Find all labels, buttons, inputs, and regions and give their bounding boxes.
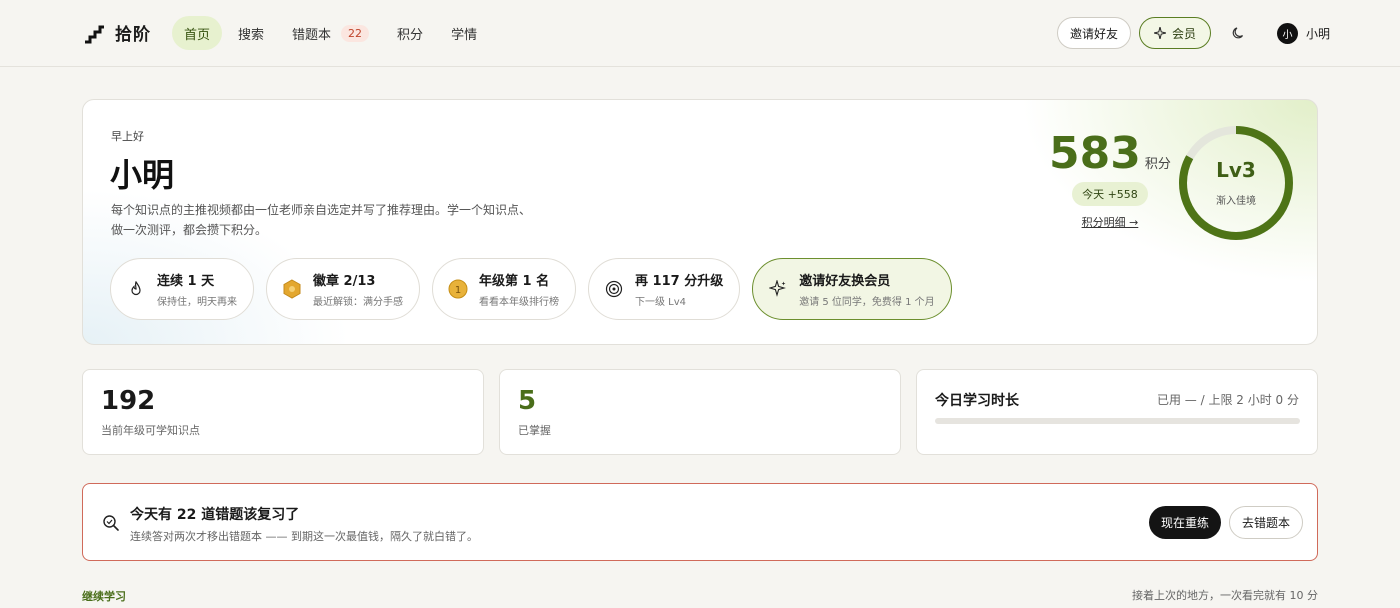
points-value: 583 xyxy=(1049,128,1141,179)
hero-description: 每个知识点的主推视频都由一位老师亲自选定并写了推荐理由。学一个知识点、 做一次测… xyxy=(111,200,571,240)
available-label: 当前年级可学知识点 xyxy=(101,424,200,437)
study-time-progress xyxy=(935,418,1300,424)
rank-title: 年级第 1 名 xyxy=(479,274,550,289)
hero-desc-line1: 每个知识点的主推视频都由一位老师亲自选定并写了推荐理由。学一个知识点、 xyxy=(111,203,532,217)
available-points-card: 192 当前年级可学知识点 xyxy=(82,369,484,455)
points-summary: 583 积分 今天 +558 积分明细 → xyxy=(1049,130,1171,230)
mastered-label: 已掌握 xyxy=(518,424,551,437)
hero-desc-line2: 做一次测评，都会攒下积分。 xyxy=(111,223,268,237)
welcome-hero-card: 早上好 小明 每个知识点的主推视频都由一位老师亲自选定并写了推荐理由。学一个知识… xyxy=(82,99,1318,345)
mistakes-count-badge: 22 xyxy=(341,24,370,42)
streak-sub: 保持住，明天再来 xyxy=(157,297,237,308)
rank-sub: 看看本年级排行榜 xyxy=(479,297,559,308)
main-nav: 首页 搜索 错题本 22 积分 学情 xyxy=(172,16,493,50)
top-navbar: 拾阶 首页 搜索 错题本 22 积分 学情 邀请好友 会员 小 小明 xyxy=(0,0,1400,67)
study-time-usage: 已用 — / 上限 2 小时 0 分 xyxy=(1156,393,1299,407)
level-ring: Lv3 渐入佳境 xyxy=(1177,124,1295,242)
search-review-icon xyxy=(103,515,119,531)
streak-title: 连续 1 天 xyxy=(157,274,215,289)
user-menu[interactable]: 小 小明 xyxy=(1276,22,1330,44)
top-actions: 邀请好友 会员 小 小明 xyxy=(1056,17,1330,49)
invite-member-title: 邀请好友换会员 xyxy=(799,274,891,289)
badge-chip[interactable]: 徽章 2/13 最近解锁：满分手感 xyxy=(266,258,420,320)
level-up-sub: 下一级 Lv4 xyxy=(635,297,687,308)
hero-user-name: 小明 xyxy=(110,156,175,194)
go-mistakes-button[interactable]: 去错题本 xyxy=(1229,506,1304,539)
dark-mode-toggle[interactable] xyxy=(1223,17,1255,49)
gold-medal-icon: 1 xyxy=(447,278,469,300)
invite-member-chip[interactable]: 邀请好友换会员 邀请 5 位同学，免费得 1 个月 xyxy=(752,258,952,320)
nav-mistakes-label: 错题本 xyxy=(292,27,332,43)
level-label: Lv3 xyxy=(1216,158,1256,182)
available-count: 192 xyxy=(101,386,156,416)
invite-friends-button[interactable]: 邀请好友 xyxy=(1056,17,1131,49)
flame-icon xyxy=(125,278,147,300)
stairs-logo-icon xyxy=(85,25,104,43)
member-label: 会员 xyxy=(1171,26,1196,41)
greeting: 早上好 xyxy=(111,130,144,143)
avatar: 小 xyxy=(1276,22,1298,44)
continue-learning-hint: 接着上次的地方，一次看完就有 10 分 xyxy=(1132,589,1318,602)
target-icon xyxy=(603,278,625,300)
invite-member-sub: 邀请 5 位同学，免费得 1 个月 xyxy=(799,297,935,308)
points-unit: 积分 xyxy=(1144,157,1171,172)
mastered-count: 5 xyxy=(518,386,537,416)
brand-logo[interactable]: 拾阶 xyxy=(83,20,151,45)
review-mistakes-alert: 今天有 22 道错题该复习了 连续答对两次才移出错题本 —— 到期这一次最值钱，… xyxy=(82,483,1318,561)
badge-sub: 最近解锁：满分手感 xyxy=(313,297,403,308)
svg-text:1: 1 xyxy=(455,285,461,296)
continue-learning-heading: 继续学习 xyxy=(82,590,126,603)
nav-stats[interactable]: 学情 xyxy=(439,16,489,50)
member-button[interactable]: 会员 xyxy=(1138,17,1211,49)
points-detail-link[interactable]: 积分明细 → xyxy=(1049,214,1171,230)
sparkle-icon xyxy=(1153,27,1166,39)
streak-chip[interactable]: 连续 1 天 保持住，明天再来 xyxy=(110,258,254,320)
review-title: 今天有 22 道错题该复习了 xyxy=(130,507,300,523)
level-name: 渐入佳境 xyxy=(1216,196,1256,207)
nav-home[interactable]: 首页 xyxy=(172,16,223,50)
nav-mistakes[interactable]: 错题本 22 xyxy=(280,16,381,50)
user-name: 小明 xyxy=(1305,26,1330,41)
sparkle-icon xyxy=(767,278,789,300)
nav-points[interactable]: 积分 xyxy=(385,16,435,50)
today-points-badge: 今天 +558 xyxy=(1072,182,1148,206)
hexagon-badge-icon xyxy=(281,278,303,300)
level-up-chip[interactable]: 再 117 分升级 下一级 Lv4 xyxy=(588,258,741,320)
level-up-title: 再 117 分升级 xyxy=(635,274,724,289)
badge-title: 徽章 2/13 xyxy=(313,274,376,289)
brand-name: 拾阶 xyxy=(115,25,151,45)
review-subtitle: 连续答对两次才移出错题本 —— 到期这一次最值钱，隔久了就白错了。 xyxy=(130,530,478,543)
mastered-card: 5 已掌握 xyxy=(499,369,901,455)
rank-chip[interactable]: 1 年级第 1 名 看看本年级排行榜 xyxy=(432,258,576,320)
achievement-chips: 连续 1 天 保持住，明天再来 徽章 2/13 最近解锁：满分手感 1 年级第 … xyxy=(110,258,952,320)
nav-search[interactable]: 搜索 xyxy=(226,16,276,50)
study-time-card: 今日学习时长 已用 — / 上限 2 小时 0 分 xyxy=(916,369,1318,455)
study-time-title: 今日学习时长 xyxy=(935,393,1019,409)
moon-icon xyxy=(1232,27,1243,39)
practice-now-button[interactable]: 现在重练 xyxy=(1149,506,1222,539)
